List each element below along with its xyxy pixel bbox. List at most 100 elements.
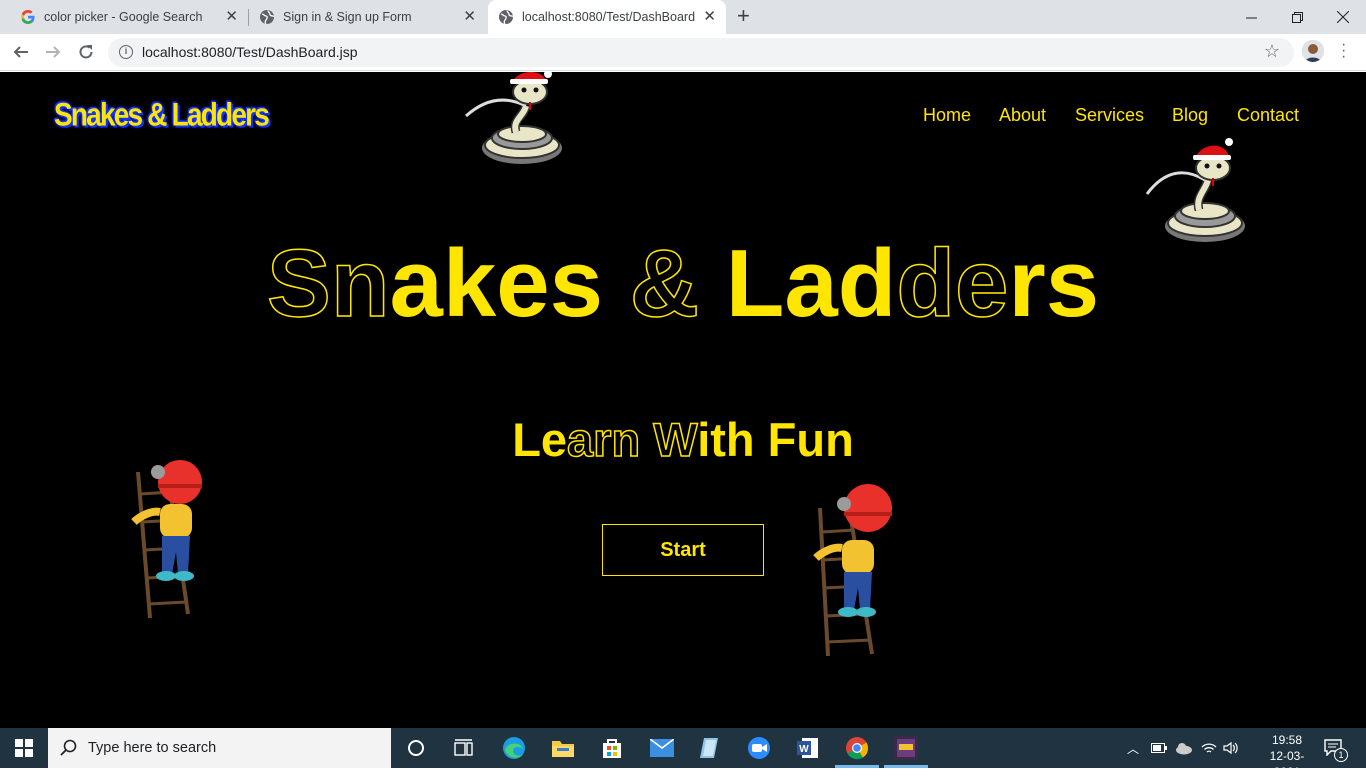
battery-icon[interactable] xyxy=(1151,743,1168,753)
cortana-circle-icon xyxy=(408,740,424,756)
hero-title-part: akes xyxy=(389,230,604,337)
system-tray: ︿ xyxy=(1127,728,1239,768)
minimize-button[interactable] xyxy=(1228,0,1274,34)
edge-app-button[interactable] xyxy=(502,736,526,760)
tab-title: Sign in & Sign up Form xyxy=(283,10,412,24)
tab-title: color picker - Google Search xyxy=(44,10,203,24)
site-logo[interactable]: Snakes & Ladders xyxy=(54,97,270,134)
svg-text:W: W xyxy=(799,744,809,755)
game-app-icon xyxy=(894,736,918,760)
search-icon xyxy=(60,739,77,756)
clock-date: 12-03-2021 xyxy=(1269,749,1305,779)
menu-kebab-icon[interactable]: · · · xyxy=(1341,37,1346,65)
minimize-icon xyxy=(1245,17,1257,18)
globe-icon xyxy=(260,10,275,25)
store-bag-icon xyxy=(603,739,621,758)
windows-logo-icon xyxy=(15,739,33,757)
speaker-volume-icon[interactable] xyxy=(1223,741,1239,755)
hero-title-part: d xyxy=(837,230,897,337)
close-icon xyxy=(1337,11,1349,23)
tab-title: localhost:8080/Test/DashBoard.jsp xyxy=(522,10,696,24)
nav-home[interactable]: Home xyxy=(923,105,971,126)
subtitle-part: e xyxy=(540,413,568,466)
subtitle-part: ith Fun xyxy=(697,413,854,466)
notification-center-button[interactable]: 1 xyxy=(1324,738,1348,762)
globe-icon xyxy=(499,10,514,25)
tab-dashboard[interactable]: localhost:8080/Test/DashBoard.jsp ✕ xyxy=(488,0,726,34)
cortana-button[interactable] xyxy=(404,736,428,760)
new-tab-button[interactable]: + xyxy=(737,4,750,28)
reload-button[interactable] xyxy=(74,40,98,64)
hero-title: Snakes & Ladders xyxy=(0,229,1366,339)
subtitle-part: W xyxy=(653,412,698,467)
tab-google-search[interactable]: color picker - Google Search ✕ xyxy=(12,0,248,34)
hero-title-part: La xyxy=(725,230,838,337)
word-app-button[interactable]: W xyxy=(796,736,820,760)
windows-taskbar: Type here to search W ︿ 19:58 12-03-2021… xyxy=(0,728,1366,779)
nav-blog[interactable]: Blog xyxy=(1172,105,1208,126)
mail-envelope-icon xyxy=(650,739,674,757)
app-tile-icon xyxy=(700,738,718,758)
chrome-app-button[interactable] xyxy=(845,736,869,760)
avatar-icon xyxy=(1302,40,1324,62)
hero-title-part: e xyxy=(954,229,1009,338)
subtitle-part: L xyxy=(512,413,541,466)
kid-on-ladder-icon xyxy=(813,484,892,657)
start-menu-button[interactable] xyxy=(12,736,36,760)
back-button[interactable] xyxy=(9,40,33,64)
hero-title-part: d xyxy=(896,229,956,338)
onedrive-cloud-icon[interactable] xyxy=(1175,741,1193,755)
wifi-icon[interactable] xyxy=(1201,741,1217,755)
hero-title-part: S xyxy=(266,229,332,338)
browser-tab-strip: color picker - Google Search ✕ Sign in &… xyxy=(0,0,1366,34)
close-window-button[interactable] xyxy=(1320,0,1366,34)
close-tab-icon[interactable]: ✕ xyxy=(463,9,476,25)
edge-browser-icon xyxy=(503,737,525,759)
zoom-camera-icon xyxy=(748,737,770,759)
file-explorer-button[interactable] xyxy=(551,736,575,760)
forward-button[interactable] xyxy=(41,40,65,64)
chrome-icon xyxy=(846,737,869,760)
chevron-up-icon[interactable]: ︿ xyxy=(1127,740,1139,757)
snake-santa-hat-icon xyxy=(464,72,562,164)
nav-about[interactable]: About xyxy=(999,105,1046,126)
nav-contact[interactable]: Contact xyxy=(1237,105,1299,126)
folder-icon xyxy=(552,741,574,757)
tab-divider xyxy=(248,9,249,26)
arrow-left-icon xyxy=(13,46,28,58)
start-button[interactable]: Start xyxy=(602,524,764,576)
subtitle-part: arn xyxy=(566,412,654,467)
kid-on-ladder-icon xyxy=(131,460,202,619)
reload-icon xyxy=(79,45,93,59)
hero-title-part: & xyxy=(603,229,726,338)
zoom-app-button[interactable] xyxy=(747,736,771,760)
restore-button[interactable] xyxy=(1274,0,1320,34)
clock-time: 19:58 xyxy=(1271,733,1303,747)
task-view-button[interactable] xyxy=(452,736,476,760)
address-bar[interactable]: i localhost:8080/Test/DashBoard.jsp ☆ xyxy=(108,38,1294,67)
taskbar-search[interactable]: Type here to search xyxy=(48,728,391,768)
info-icon[interactable]: i xyxy=(119,45,133,59)
hero-title-part: rs xyxy=(1008,230,1100,337)
app-button[interactable] xyxy=(698,736,722,760)
url-text: localhost:8080/Test/DashBoard.jsp xyxy=(142,44,358,60)
game-app-button[interactable] xyxy=(894,736,918,760)
close-tab-icon[interactable]: ✕ xyxy=(703,9,716,25)
google-g-icon xyxy=(21,10,35,24)
system-clock[interactable]: 19:58 12-03-2021 xyxy=(1260,732,1314,780)
nav-services[interactable]: Services xyxy=(1075,105,1144,126)
tab-sign-in-form[interactable]: Sign in & Sign up Form ✕ xyxy=(250,0,486,34)
profile-avatar[interactable] xyxy=(1302,40,1324,62)
hero-title-part: n xyxy=(330,229,390,338)
search-placeholder: Type here to search xyxy=(88,740,217,756)
store-app-button[interactable] xyxy=(600,736,624,760)
close-tab-icon[interactable]: ✕ xyxy=(225,9,238,25)
word-icon: W xyxy=(797,738,818,758)
notification-badge: 1 xyxy=(1334,748,1348,762)
task-view-icon xyxy=(454,739,473,756)
restore-icon xyxy=(1291,11,1303,23)
page-content: Snakes & Ladders Home About Services Blo… xyxy=(0,72,1366,728)
bookmark-star-icon[interactable]: ☆ xyxy=(1264,41,1280,62)
browser-toolbar: i localhost:8080/Test/DashBoard.jsp ☆ xyxy=(0,34,1366,71)
mail-app-button[interactable] xyxy=(650,736,674,760)
